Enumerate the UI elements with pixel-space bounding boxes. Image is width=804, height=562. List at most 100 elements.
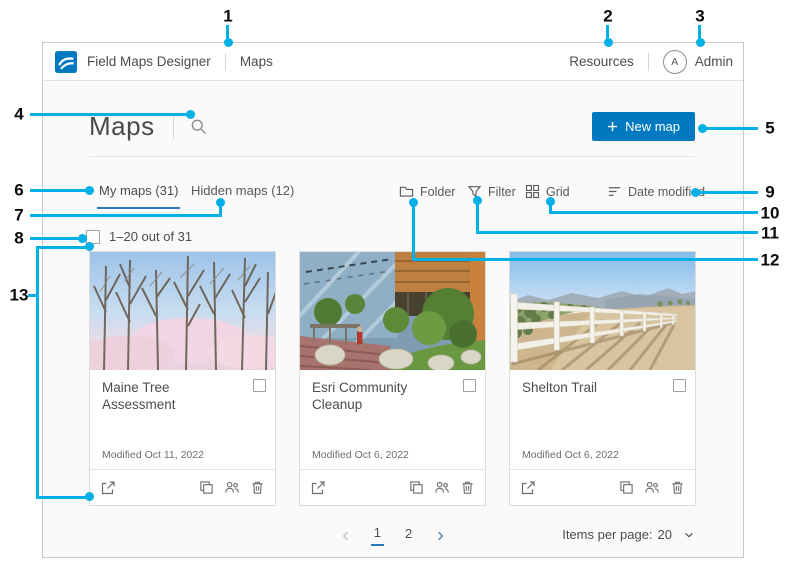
- map-card-grid: Maine Tree Assessment Modified Oct 11, 2…: [89, 251, 696, 506]
- plus-icon: [607, 121, 618, 132]
- map-card-modified-date: Modified Oct 6, 2022: [312, 449, 409, 461]
- header-divider: [648, 53, 649, 71]
- map-card-modified-date: Modified Oct 11, 2022: [102, 449, 204, 461]
- callout-dot: [85, 242, 94, 251]
- map-card-checkbox[interactable]: [253, 379, 266, 392]
- chevron-left-icon: [339, 529, 353, 543]
- callout-dot: [224, 38, 233, 47]
- callout-dot: [604, 38, 613, 47]
- delete-icon[interactable]: [460, 480, 475, 495]
- callout-line: [706, 127, 758, 130]
- delete-icon[interactable]: [250, 480, 265, 495]
- callout-number: 11: [761, 225, 779, 242]
- map-thumbnail[interactable]: [90, 252, 275, 370]
- callout-line: [30, 113, 188, 116]
- callout-line: [36, 246, 39, 499]
- callout-number: 13: [10, 287, 29, 304]
- items-per-page-value: 20: [658, 527, 672, 542]
- user-name[interactable]: Admin: [695, 54, 733, 69]
- callout-number: 5: [765, 120, 774, 137]
- callout-line: [476, 202, 479, 233]
- callout-line: [30, 214, 222, 217]
- open-map-icon[interactable]: [520, 480, 536, 496]
- previous-page-button[interactable]: [339, 529, 353, 543]
- callout-dot: [85, 186, 94, 195]
- duplicate-icon[interactable]: [619, 480, 634, 495]
- title-divider: [173, 113, 174, 139]
- map-card-body: Shelton Trail Modified Oct 6, 2022: [510, 370, 695, 469]
- duplicate-icon[interactable]: [199, 480, 214, 495]
- callout-number: 7: [14, 207, 23, 224]
- search-icon: [190, 118, 207, 135]
- map-card-body: Maine Tree Assessment Modified Oct 11, 2…: [90, 370, 275, 469]
- tab-my-maps[interactable]: My maps (31): [97, 183, 180, 209]
- duplicate-icon[interactable]: [409, 480, 424, 495]
- callout-line: [36, 246, 86, 249]
- map-card-checkbox[interactable]: [463, 379, 476, 392]
- tab-hidden-maps[interactable]: Hidden maps (12): [191, 183, 294, 207]
- share-group-icon[interactable]: [644, 480, 660, 495]
- new-map-button[interactable]: New map: [592, 112, 695, 141]
- callout-dot: [216, 198, 225, 207]
- folder-label: Folder: [420, 185, 455, 199]
- header-divider: [225, 53, 226, 71]
- share-group-icon[interactable]: [224, 480, 240, 495]
- search-button[interactable]: [190, 118, 207, 135]
- chevron-down-icon: [683, 529, 695, 541]
- callout-dot: [186, 110, 195, 119]
- callout-number: 6: [14, 182, 23, 199]
- callout-number: 12: [761, 252, 780, 269]
- callout-line: [698, 25, 701, 39]
- map-card[interactable]: Shelton Trail Modified Oct 6, 2022: [509, 251, 696, 506]
- next-page-button[interactable]: [433, 529, 447, 543]
- callout-number: 9: [765, 184, 774, 201]
- callout-line: [226, 25, 229, 39]
- nav-item-resources[interactable]: Resources: [569, 54, 634, 69]
- map-card[interactable]: Maine Tree Assessment Modified Oct 11, 2…: [89, 251, 276, 506]
- map-thumbnail[interactable]: [300, 252, 485, 370]
- page-header-rule: [89, 156, 695, 157]
- callout-number: 3: [695, 8, 704, 25]
- selection-row: 1–20 out of 31: [86, 229, 192, 244]
- map-card-title: Shelton Trail: [522, 380, 683, 397]
- map-card-footer: [90, 469, 275, 505]
- share-group-icon[interactable]: [434, 480, 450, 495]
- selection-count-label: 1–20 out of 31: [109, 229, 192, 244]
- callout-number: 8: [14, 230, 23, 247]
- callout-dot: [473, 196, 482, 205]
- folder-button[interactable]: Folder: [399, 184, 455, 199]
- callout-line: [700, 191, 758, 194]
- callout-number: 1: [223, 8, 232, 25]
- open-map-icon[interactable]: [310, 480, 326, 496]
- avatar[interactable]: A: [663, 50, 687, 74]
- nav-item-maps[interactable]: Maps: [240, 54, 273, 69]
- page-1-button[interactable]: 1: [371, 525, 384, 546]
- callout-dot: [85, 492, 94, 501]
- page-header: Maps New map: [89, 105, 695, 147]
- app-window: Field Maps Designer Maps Resources A Adm…: [42, 42, 744, 558]
- callout-line: [549, 211, 758, 214]
- folder-icon: [399, 184, 414, 199]
- callout-line: [30, 237, 80, 240]
- delete-icon[interactable]: [670, 480, 685, 495]
- esri-logo: [55, 51, 77, 73]
- callout-dot: [691, 188, 700, 197]
- filter-label: Filter: [488, 185, 516, 199]
- page-2-button[interactable]: 2: [402, 526, 415, 545]
- open-map-icon[interactable]: [100, 480, 116, 496]
- chevron-right-icon: [433, 529, 447, 543]
- callout-dot: [546, 197, 555, 206]
- callout-number: 4: [14, 106, 23, 123]
- items-per-page-dropdown[interactable]: Items per page: 20: [562, 527, 695, 542]
- map-thumbnail[interactable]: [510, 252, 695, 370]
- map-card-title: Maine Tree Assessment: [102, 380, 263, 414]
- callout-line: [476, 231, 758, 234]
- callout-line: [412, 258, 758, 261]
- map-card-checkbox[interactable]: [673, 379, 686, 392]
- callout-dot: [698, 124, 707, 133]
- callout-line: [606, 25, 609, 39]
- map-card[interactable]: Esri Community Cleanup Modified Oct 6, 2…: [299, 251, 486, 506]
- grid-icon: [525, 184, 540, 199]
- items-per-page-label: Items per page:: [562, 527, 652, 542]
- callout-dot: [696, 38, 705, 47]
